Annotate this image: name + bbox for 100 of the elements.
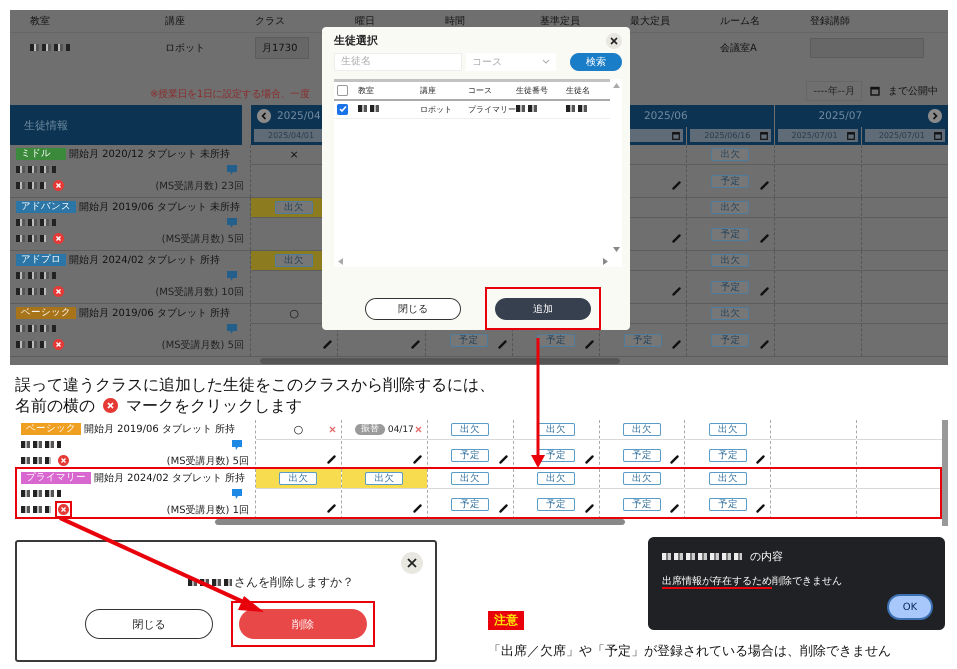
lesson-count: (MS受講月数) 5回 [162, 338, 244, 352]
pencil-icon[interactable] [584, 504, 594, 512]
close-icon[interactable] [407, 558, 417, 568]
student-info: 開始月 2019/06 タブレット 未所持 [79, 200, 240, 214]
caution-text: 「出席／欠席」や「予定」が登録されている場合は、削除できません [488, 643, 891, 660]
input-field[interactable]: 月1730 [255, 36, 309, 58]
cross-icon[interactable] [328, 426, 336, 433]
column-header: 教室 [358, 84, 375, 96]
attendance-button[interactable]: 出欠 [451, 472, 490, 485]
redacted-text [21, 506, 51, 513]
close-button[interactable]: 閉じる [85, 609, 213, 639]
pencil-icon[interactable] [412, 504, 422, 512]
redacted-text [30, 44, 70, 51]
attendance-button[interactable]: 出欠 [451, 423, 490, 436]
table-cell: プライマリー [468, 104, 516, 114]
redacted-text [16, 219, 56, 226]
attendance-button[interactable]: 出欠 [537, 472, 576, 485]
schedule-button[interactable]: 予定 [708, 448, 747, 462]
attendance-button[interactable]: 出欠 [279, 472, 318, 485]
remove-icon[interactable] [58, 504, 69, 515]
attendance-button[interactable]: 出欠 [365, 472, 404, 485]
checkbox[interactable] [337, 84, 348, 96]
caution-badge: 注意 [488, 611, 524, 630]
pencil-icon[interactable] [412, 454, 422, 464]
course-tag: ベーシック [21, 423, 81, 435]
scrollbar[interactable] [334, 256, 622, 267]
pencil-icon[interactable] [326, 454, 336, 464]
schedule-button[interactable]: 予定 [622, 498, 661, 510]
table-cell: ロボット [420, 104, 452, 114]
field-value: 会議室A [720, 42, 757, 54]
close-button[interactable] [401, 552, 423, 574]
close-icon[interactable] [610, 36, 618, 45]
scroll-up-icon[interactable] [612, 82, 620, 88]
column-label: 教室 [29, 14, 51, 29]
notice-text: ※授業日を1日に設定する場合、一度 [150, 88, 310, 101]
remove-icon[interactable] [53, 233, 64, 244]
column-header: 生徒番号 [516, 84, 549, 96]
checkbox[interactable] [337, 104, 348, 115]
speech-bubble-icon[interactable] [231, 488, 243, 500]
redacted-text [16, 325, 56, 332]
month-label: 2025/07 [818, 110, 862, 122]
pencil-icon[interactable] [326, 504, 336, 512]
schedule-button[interactable]: 予定 [537, 498, 576, 510]
schedule-button[interactable]: 予定 [451, 498, 490, 510]
attendance-button[interactable]: 出欠 [622, 423, 661, 436]
attendance-mark: × [290, 148, 299, 161]
swap-badge: 振替 [354, 424, 385, 435]
calendar-icon[interactable] [870, 86, 880, 96]
scroll-right-icon[interactable] [603, 258, 608, 265]
calendar-icon[interactable] [672, 132, 680, 140]
cross-icon[interactable] [414, 426, 422, 433]
calendar-icon[interactable] [760, 132, 768, 140]
pencil-icon[interactable] [498, 504, 508, 512]
search-button[interactable]: 検索 [570, 52, 622, 71]
chevron-left-icon[interactable] [257, 109, 271, 123]
student-info: 開始月 2024/02 タブレット 所持 [69, 254, 220, 267]
attendance-button[interactable]: 出欠 [537, 423, 576, 436]
pencil-icon[interactable] [670, 504, 680, 512]
remove-icon[interactable] [53, 180, 64, 191]
schedule-button[interactable]: 予定 [622, 448, 661, 462]
column-header: 生徒情報 [10, 105, 242, 145]
redacted-text [21, 457, 51, 464]
month-field[interactable]: ----年--月 [806, 81, 862, 101]
delete-button[interactable]: 削除 [239, 609, 367, 639]
remove-icon[interactable] [53, 339, 64, 350]
close-button[interactable] [606, 32, 622, 49]
remove-icon[interactable] [53, 286, 64, 297]
column-label: 曜日 [354, 15, 376, 29]
attendance-button[interactable]: 出欠 [708, 472, 747, 485]
pencil-icon[interactable] [756, 454, 766, 464]
lesson-count: (MS受講月数) 5回 [162, 232, 244, 246]
calendar-icon[interactable] [846, 132, 855, 140]
pencil-icon[interactable] [756, 504, 766, 512]
course-tag: ミドル [16, 148, 66, 160]
ok-button[interactable]: OK [887, 594, 933, 620]
calendar-icon[interactable] [934, 132, 942, 140]
course-tag: アドバンス [16, 201, 76, 213]
pencil-icon[interactable] [498, 454, 508, 464]
attendance-button[interactable]: 出欠 [622, 472, 661, 485]
chevron-right-icon[interactable] [928, 109, 942, 123]
pencil-icon[interactable] [670, 454, 680, 464]
student-name-field[interactable]: 生徒名 [334, 52, 462, 71]
schedule-button[interactable]: 予定 [451, 448, 490, 462]
column-header: 講座 [420, 84, 437, 96]
course-tag: アドプロ [16, 254, 66, 266]
column-label: クラス [254, 15, 286, 29]
add-button[interactable]: 追加 [495, 298, 591, 320]
instruction-text: マークをクリックします [126, 395, 302, 416]
schedule-button[interactable]: 予定 [708, 498, 747, 510]
chevron-down-icon[interactable] [542, 59, 550, 64]
close-button[interactable]: 閉じる [365, 298, 461, 320]
pencil-icon[interactable] [584, 454, 594, 464]
remove-icon[interactable] [58, 455, 69, 466]
student-info: 開始月 2019/06 タブレット 所持 [84, 422, 236, 436]
dialog-title: の内容 [750, 549, 783, 564]
lesson-count: (MS受講月数) 1回 [166, 504, 249, 516]
attendance-button[interactable]: 出欠 [708, 423, 747, 436]
speech-bubble-icon[interactable] [231, 438, 243, 450]
redacted-text [16, 235, 46, 242]
field-value: ロボット [165, 42, 205, 54]
